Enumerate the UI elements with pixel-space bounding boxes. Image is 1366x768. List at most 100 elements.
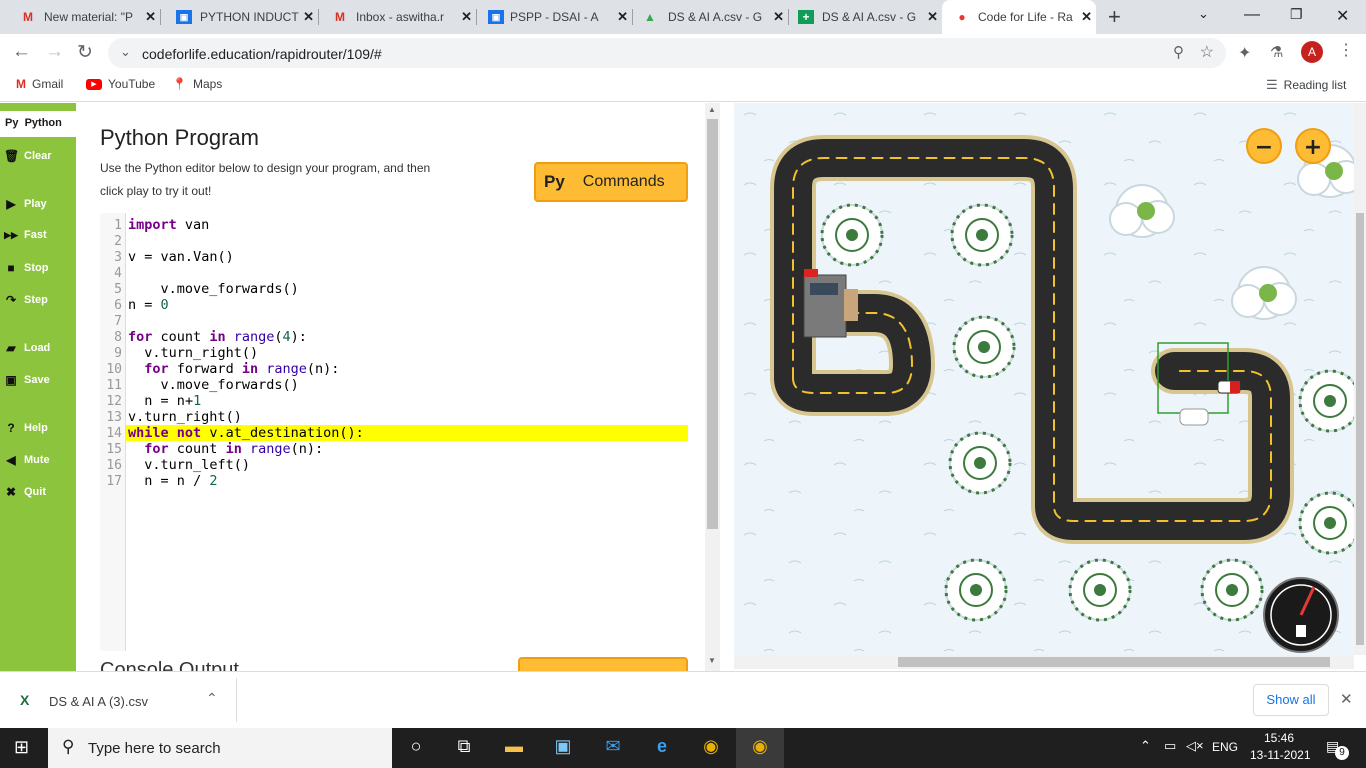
scrollbar-thumb[interactable] (898, 657, 1330, 667)
scrollbar-thumb[interactable] (1356, 213, 1364, 645)
help-button[interactable]: ? Help (4, 421, 48, 435)
reading-list-button[interactable]: ☰ Reading list (1266, 77, 1346, 93)
code-line[interactable]: 6 n = 0 (100, 297, 688, 313)
map-vertical-scrollbar[interactable] (1354, 103, 1366, 655)
tab-python[interactable]: Py Python (0, 111, 76, 137)
code-line[interactable]: 9 v.turn_right() (100, 345, 688, 361)
close-tab-icon[interactable]: ✕ (145, 9, 156, 25)
browser-tab[interactable]: M New material: "P ✕ (0, 0, 161, 34)
close-download-bar-icon[interactable]: ✕ (1340, 690, 1353, 708)
show-all-button[interactable]: Show all (1253, 684, 1329, 716)
store-icon[interactable]: ▣ (550, 736, 576, 760)
network-icon[interactable]: ▭ (1164, 738, 1176, 754)
bookmark-youtube[interactable]: ▶ YouTube (86, 77, 155, 91)
address-bar[interactable]: ⌄ codeforlife.education/rapidrouter/109/… (108, 38, 1226, 68)
code-line[interactable]: 2 (100, 233, 688, 249)
code-line[interactable]: 12 n = n+1 (100, 393, 688, 409)
editor-scrollbar[interactable]: ▲ ▼ (705, 103, 720, 671)
browser-tab[interactable]: + DS & AI A.csv - G ✕ (788, 0, 942, 34)
scrollbar-thumb[interactable] (707, 119, 718, 529)
zoom-out-button[interactable]: − (1246, 128, 1282, 164)
code-line[interactable]: 15 for count in range(n): (100, 441, 688, 457)
close-tab-icon[interactable]: ✕ (773, 9, 784, 25)
restore-button[interactable]: ❐ (1290, 6, 1303, 23)
code-line[interactable]: 13 v.turn_right() (100, 409, 688, 425)
code-line[interactable]: 7 (100, 313, 688, 329)
chevron-up-icon[interactable]: ⌃ (206, 690, 218, 707)
cortana-icon[interactable]: ○ (403, 736, 429, 760)
bookmark-gmail[interactable]: M Gmail (16, 77, 63, 91)
code-line[interactable]: 16 v.turn_left() (100, 457, 688, 473)
chrome-icon[interactable]: ◉ (698, 736, 724, 760)
clear-button[interactable]: 🗑 Clear (4, 149, 52, 163)
python-editor-panel: Python Program Use the Python editor bel… (76, 103, 720, 671)
browser-tab[interactable]: ▲ DS & AI A.csv - G ✕ (632, 0, 789, 34)
back-icon[interactable]: ← (12, 41, 31, 63)
clock-date[interactable]: 13-11-2021 (1250, 748, 1311, 762)
code-line[interactable]: 1 import van (100, 217, 688, 233)
code-editor[interactable]: 1 import van 2 3 v = van.Van() 4 5 v.move_forw… (100, 213, 688, 651)
volume-muted-icon[interactable]: ◁× (1186, 738, 1204, 754)
bookmark-star-icon[interactable]: ☆ (1200, 42, 1214, 62)
load-button[interactable]: ▰ Load (4, 341, 50, 355)
reload-icon[interactable]: ↻ (77, 41, 93, 64)
line-number: 3 (114, 250, 122, 265)
bookmark-maps[interactable]: 📍 Maps (172, 77, 222, 91)
quit-button[interactable]: ✖ Quit (4, 485, 46, 499)
task-view-icon[interactable]: ⧉ (451, 736, 477, 760)
code-line[interactable]: 10 for forward in range(n): (100, 361, 688, 377)
code-line[interactable]: 11 v.move_forwards() (100, 377, 688, 393)
edge-icon[interactable]: e (649, 736, 675, 760)
browser-tab[interactable]: ▣ PYTHON INDUCT ✕ (160, 0, 319, 34)
tab-search-icon[interactable]: ⌄ (1198, 6, 1209, 22)
scroll-down-icon[interactable]: ▼ (708, 656, 716, 665)
taskbar-search-box[interactable]: ⚲ Type here to search (48, 728, 392, 768)
mute-button[interactable]: ◀ Mute (4, 453, 49, 467)
browser-tab[interactable]: ▣ PSPP - DSAI - A ✕ (476, 0, 633, 34)
close-tab-icon[interactable]: ✕ (617, 9, 628, 25)
close-tab-icon[interactable]: ✕ (461, 9, 472, 25)
zoom-magnifier-icon[interactable]: ⚲ (1173, 43, 1184, 61)
clock-time[interactable]: 15:46 (1264, 731, 1294, 745)
site-info-icon[interactable]: ⌄ (120, 44, 131, 60)
browser-tab-active[interactable]: ● Code for Life - Ra ✕ (942, 0, 1096, 34)
code-line[interactable]: 3 v = van.Van() (100, 249, 688, 265)
code-line[interactable]: 5 v.move_forwards() (100, 281, 688, 297)
lab-flask-icon[interactable]: ⚗ (1270, 43, 1283, 61)
new-tab-button[interactable]: + (1108, 4, 1121, 30)
mail-icon[interactable]: ✉ (600, 736, 626, 760)
url-text[interactable]: codeforlife.education/rapidrouter/109/# (142, 46, 382, 62)
close-window-button[interactable]: ✕ (1336, 6, 1349, 26)
chrome-active-taskbar-button[interactable]: ◉ (736, 728, 784, 768)
tray-chevron-up-icon[interactable]: ⌃ (1140, 738, 1151, 754)
code-line[interactable]: 17 n = n / 2 (100, 473, 688, 489)
close-tab-icon[interactable]: ✕ (303, 9, 314, 25)
minimize-button[interactable]: — (1244, 6, 1260, 24)
map-horizontal-scrollbar[interactable] (734, 655, 1354, 669)
road-map[interactable]: − + (734, 103, 1366, 655)
profile-avatar[interactable]: A (1301, 41, 1323, 63)
code-line[interactable]: 14 while not v.at_destination(): (106, 425, 688, 441)
clear-console-button[interactable] (518, 657, 688, 671)
file-explorer-icon[interactable]: ▬ (501, 736, 527, 760)
zoom-in-button[interactable]: + (1295, 128, 1331, 164)
line-number: 16 (106, 458, 122, 473)
input-language[interactable]: ENG (1212, 740, 1238, 754)
browser-tab[interactable]: M Inbox - aswitha.r ✕ (318, 0, 477, 34)
step-button[interactable]: ↷ Step (4, 293, 48, 307)
download-file-name[interactable]: DS & AI A (3).csv (49, 694, 148, 709)
forward-icon[interactable]: → (45, 41, 64, 63)
scroll-up-icon[interactable]: ▲ (708, 105, 716, 114)
fast-button[interactable]: ▶▶ Fast (4, 229, 47, 241)
code-line[interactable]: 4 (100, 265, 688, 281)
menu-kebab-icon[interactable]: ⋮ (1338, 40, 1354, 60)
commands-button[interactable]: Py Commands (534, 162, 688, 202)
extensions-icon[interactable]: ✦ (1238, 43, 1251, 63)
close-tab-icon[interactable]: ✕ (927, 9, 938, 25)
windows-start-icon[interactable]: ⊞ (14, 737, 29, 758)
stop-button[interactable]: ■ Stop (4, 261, 48, 275)
save-button[interactable]: ▣ Save (4, 373, 49, 387)
code-line[interactable]: 8 for count in range(4): (100, 329, 688, 345)
play-button[interactable]: ▶ Play (4, 197, 46, 211)
close-tab-icon[interactable]: ✕ (1081, 9, 1092, 25)
